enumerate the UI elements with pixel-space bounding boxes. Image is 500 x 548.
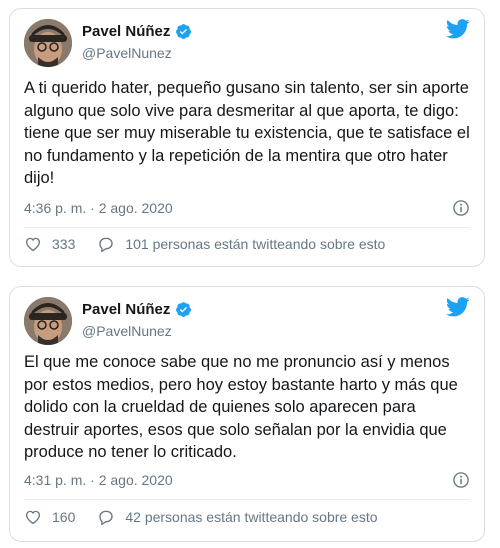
author-name[interactable]: Pavel Núñez [82, 23, 170, 40]
like-button[interactable]: 160 [24, 508, 75, 526]
conversation-link[interactable]: 42 personas están twitteando sobre esto [97, 508, 378, 526]
speech-bubble-icon [99, 237, 114, 253]
tweet-card[interactable]: Pavel Núñez @PavelNunez A ti querido hat… [9, 8, 485, 267]
conversation-text: 101 personas están twitteando sobre esto [125, 236, 386, 252]
heart-icon [25, 237, 41, 252]
author-name-row[interactable]: Pavel Núñez [82, 23, 192, 40]
tweet-text: A ti querido hater, pequeño gusano sin t… [24, 79, 470, 187]
tweet-text: El que me conoce sabe que no me pronunci… [24, 353, 458, 461]
tweet-actions: 160 42 personas están twitteando sobre e… [24, 508, 378, 526]
avatar[interactable] [24, 19, 72, 67]
author-handle[interactable]: @PavelNunez [82, 45, 172, 61]
avatar[interactable] [24, 297, 72, 345]
author-name[interactable]: Pavel Núñez [82, 301, 170, 318]
speech-bubble-icon [99, 510, 114, 526]
conversation-text: 42 personas están twitteando sobre esto [125, 509, 378, 525]
tweet-card[interactable]: Pavel Núñez @PavelNunez El que me conoce… [9, 286, 485, 542]
tweet-timestamp[interactable]: 4:31 p. m. · 2 ago. 2020 [24, 472, 173, 488]
tweet-actions: 333 101 personas están twitteando sobre … [24, 235, 385, 253]
avatar-image [24, 297, 72, 345]
heart-icon [25, 510, 41, 525]
info-icon[interactable] [452, 199, 470, 217]
divider [24, 499, 470, 500]
twitter-bird-icon[interactable] [446, 19, 470, 39]
conversation-link[interactable]: 101 personas están twitteando sobre esto [97, 235, 385, 253]
like-button[interactable]: 333 [24, 235, 75, 253]
verified-badge-icon [176, 24, 192, 39]
tweet-timestamp[interactable]: 4:36 p. m. · 2 ago. 2020 [24, 200, 173, 216]
avatar-image [24, 19, 72, 67]
twitter-bird-icon[interactable] [446, 297, 470, 317]
author-handle[interactable]: @PavelNunez [82, 323, 172, 339]
like-count: 333 [52, 236, 76, 252]
verified-badge-icon [176, 302, 192, 317]
like-count: 160 [52, 509, 76, 525]
author-name-row[interactable]: Pavel Núñez [82, 301, 192, 318]
info-icon[interactable] [452, 471, 470, 489]
divider [24, 227, 470, 228]
